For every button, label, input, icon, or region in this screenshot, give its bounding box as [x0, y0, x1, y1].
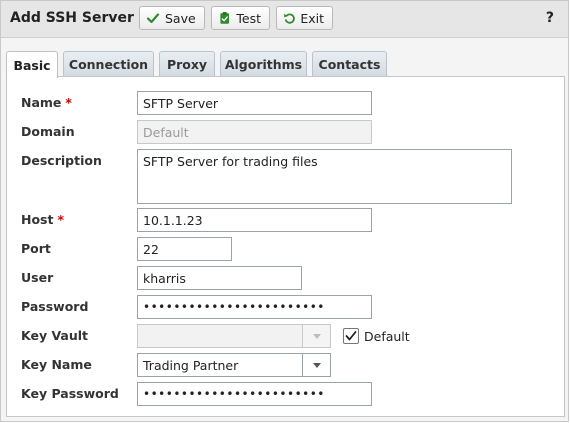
exit-button[interactable]: Exit	[276, 6, 333, 30]
name-label: Name *	[21, 95, 72, 110]
key-vault-label: Key Vault	[21, 328, 89, 343]
domain-label: Domain	[21, 124, 75, 139]
dialog-window: Add SSH Server Save Test Exit ? Basic Co…	[0, 0, 569, 422]
chevron-down-icon	[312, 362, 321, 368]
domain-field[interactable]: Default	[137, 120, 372, 144]
host-field[interactable]: 10.1.1.23	[137, 208, 372, 232]
key-password-label: Key Password	[21, 386, 119, 401]
chevron-down-icon	[312, 333, 321, 339]
required-marker: *	[65, 95, 72, 110]
key-name-select[interactable]: Trading Partner	[137, 353, 303, 377]
host-label: Host *	[21, 212, 65, 227]
save-button[interactable]: Save	[139, 6, 205, 30]
description-label: Description	[21, 153, 102, 168]
description-field[interactable]: SFTP Server for trading files	[137, 149, 512, 204]
dialog-title: Add SSH Server	[10, 10, 134, 26]
default-checkbox-label: Default	[364, 329, 410, 344]
key-name-label: Key Name	[21, 357, 92, 372]
title-bar: Add SSH Server Save Test Exit ?	[1, 1, 568, 38]
key-vault-dropdown-button[interactable]	[302, 324, 331, 348]
save-label: Save	[165, 10, 196, 26]
password-field[interactable]: ••••••••••••••••••••••••	[137, 295, 372, 319]
key-password-field[interactable]: ••••••••••••••••••••••••	[137, 382, 372, 406]
key-vault-select[interactable]	[137, 324, 303, 348]
clipboard-check-icon	[220, 12, 229, 24]
port-label: Port	[21, 241, 51, 256]
user-field[interactable]: kharris	[137, 266, 302, 290]
password-label: Password	[21, 299, 89, 314]
undo-icon	[284, 13, 295, 24]
tab-bar: Basic Connection Proxy Algorithms Contac…	[6, 51, 566, 78]
tab-proxy[interactable]: Proxy	[159, 51, 215, 76]
checkmark-icon	[146, 13, 160, 24]
tab-basic[interactable]: Basic	[6, 51, 58, 78]
checkmark-icon	[345, 331, 357, 341]
default-checkbox[interactable]	[343, 328, 359, 344]
exit-label: Exit	[300, 10, 324, 26]
required-marker: *	[57, 212, 65, 227]
test-button[interactable]: Test	[211, 6, 270, 30]
user-label: User	[21, 270, 54, 285]
help-button[interactable]: ?	[546, 10, 554, 26]
tab-connection[interactable]: Connection	[63, 51, 154, 76]
tab-contacts[interactable]: Contacts	[312, 51, 387, 76]
name-field[interactable]: SFTP Server	[137, 91, 372, 115]
key-name-dropdown-button[interactable]	[302, 353, 331, 377]
port-field[interactable]: 22	[137, 237, 232, 261]
test-label: Test	[236, 10, 261, 26]
tab-algorithms[interactable]: Algorithms	[220, 51, 307, 76]
